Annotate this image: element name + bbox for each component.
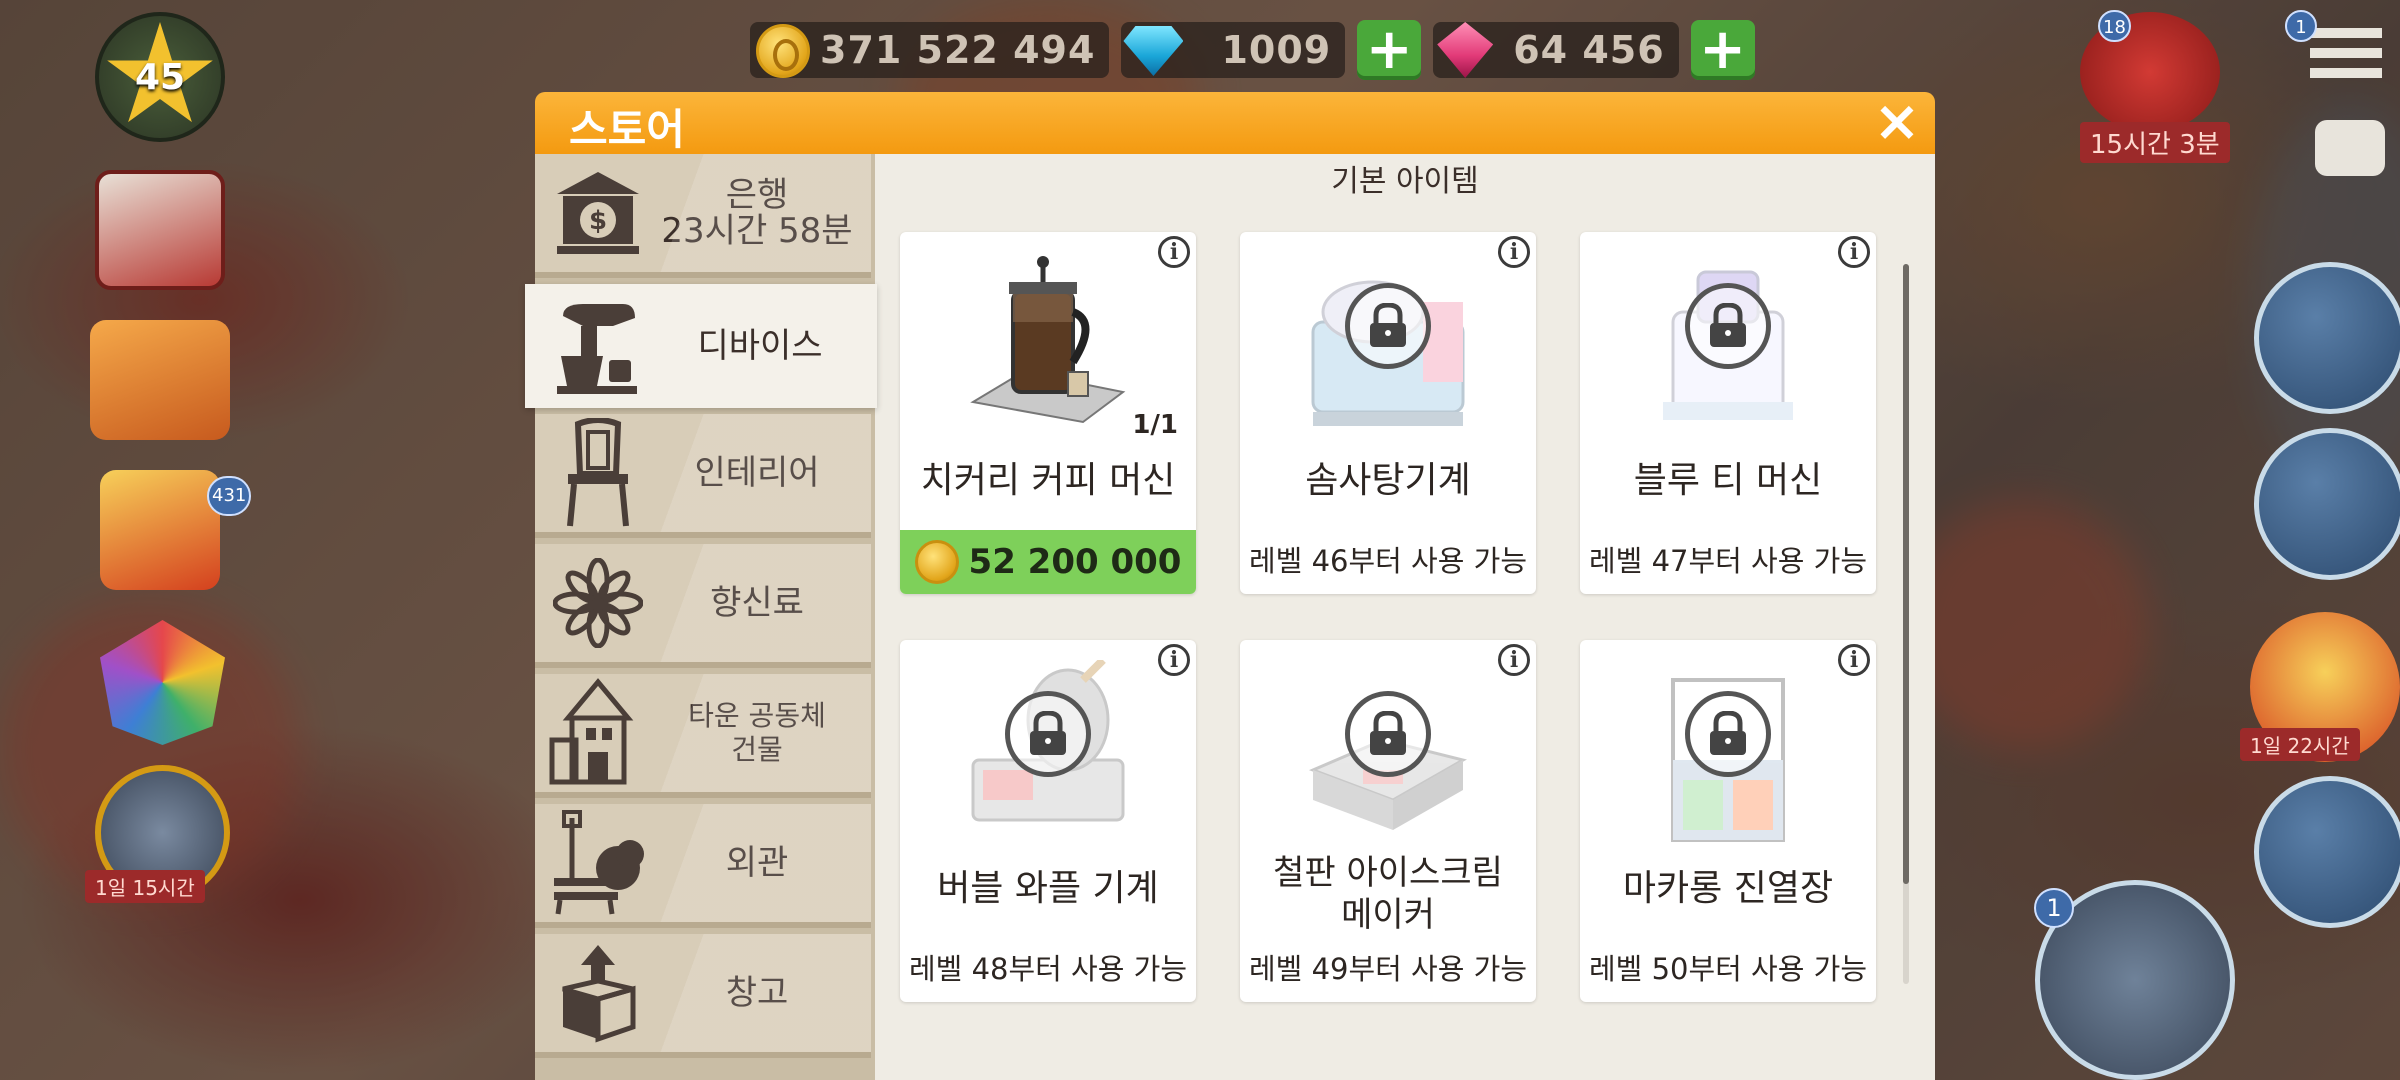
info-icon[interactable]: i xyxy=(1158,644,1190,676)
menu-badge: 1 xyxy=(2285,10,2317,42)
register-badge: 1 xyxy=(2034,888,2074,928)
chair-icon xyxy=(543,418,653,528)
item-name: 솜사탕기계 xyxy=(1305,460,1471,501)
buy-button[interactable]: 52 200 000 xyxy=(900,530,1196,594)
box-icon xyxy=(543,938,653,1048)
level-requirement: 레벨 50부터 사용 가능 xyxy=(1589,952,1867,986)
level-requirement: 레벨 49부터 사용 가능 xyxy=(1249,952,1527,986)
item-name: 마카롱 진열장 xyxy=(1622,868,1834,909)
task-clipboard-icon[interactable] xyxy=(95,170,225,290)
item-count: 1/1 xyxy=(1132,410,1178,440)
level-badge[interactable]: 45 xyxy=(95,12,225,142)
item-card-chicory-coffee-machine[interactable]: i 1/1 치커리 커피 머신 52 200 000 xyxy=(900,232,1196,594)
category-storage[interactable]: 창고 xyxy=(535,934,871,1058)
gift-count-badge: 431 xyxy=(207,476,252,516)
store-header: 스토어 × xyxy=(535,92,1935,154)
lock-icon xyxy=(1685,283,1771,369)
coin-icon xyxy=(756,24,810,78)
item-name: 버블 와플 기계 xyxy=(937,868,1159,909)
coin-icon xyxy=(914,540,959,584)
info-icon[interactable]: i xyxy=(1158,236,1190,268)
coin-counter: 371 522 494 xyxy=(750,22,1110,78)
section-title: 기본 아이템 xyxy=(1331,164,1479,199)
blue-gem-counter: 1009 xyxy=(1121,22,1346,78)
bank-icon: $ xyxy=(543,158,653,268)
item-name: 철판 아이스크림 메이커 xyxy=(1273,853,1503,935)
info-icon[interactable]: i xyxy=(1838,236,1870,268)
gift-reward-icon[interactable] xyxy=(2254,262,2400,414)
gift-box-icon[interactable] xyxy=(100,470,220,590)
item-name: 치커리 커피 머신 xyxy=(920,460,1176,501)
category-exterior[interactable]: 외관 xyxy=(535,804,871,928)
category-bank[interactable]: $ 은행 23시간 58분 xyxy=(535,154,871,278)
category-spices[interactable]: 향신료 xyxy=(535,544,871,668)
category-label: 타운 공동체 건물 xyxy=(688,699,826,766)
scrollbar-thumb[interactable] xyxy=(1903,264,1909,884)
category-town-building[interactable]: 타운 공동체 건물 xyxy=(535,674,871,798)
pink-gem-counter: 64 456 xyxy=(1433,22,1679,78)
item-card-macaron-display[interactable]: i 마카롱 진열장 레벨 50부터 사용 가능 xyxy=(1580,640,1876,1002)
info-icon[interactable]: i xyxy=(1498,236,1530,268)
spice-box-icon[interactable] xyxy=(90,320,230,440)
level-requirement: 레벨 47부터 사용 가능 xyxy=(1589,544,1867,578)
item-card-cotton-candy-machine[interactable]: i 솜사탕기계 레벨 46부터 사용 가능 xyxy=(1240,232,1536,594)
category-interior[interactable]: 인테리어 xyxy=(535,414,871,538)
item-name: 블루 티 머신 xyxy=(1633,460,1823,501)
bench-icon xyxy=(543,808,653,918)
daily-gift-badge: 18 xyxy=(2098,10,2131,42)
level-number: 45 xyxy=(134,56,186,98)
category-label: 외관 xyxy=(725,843,789,883)
category-label: 은행 23시간 58분 xyxy=(661,175,853,251)
balloon-event-timer: 1일 22시간 xyxy=(2240,728,2360,761)
pink-gem-amount: 64 456 xyxy=(1513,28,1665,72)
info-icon[interactable]: i xyxy=(1838,644,1870,676)
item-card-blue-tea-machine[interactable]: i 블루 티 머신 레벨 47부터 사용 가능 xyxy=(1580,232,1876,594)
close-icon[interactable]: × xyxy=(1871,94,1923,150)
lock-icon xyxy=(1345,691,1431,777)
menu-icon[interactable] xyxy=(2310,28,2382,78)
pink-gem-icon xyxy=(1437,22,1494,78)
info-icon[interactable]: i xyxy=(1498,644,1530,676)
item-card-bubble-waffle-machine[interactable]: i 버블 와플 기계 레벨 48부터 사용 가능 xyxy=(900,640,1196,1002)
chat-icon[interactable] xyxy=(2315,120,2385,176)
add-pink-gems-button[interactable]: + xyxy=(1690,20,1755,80)
daily-gift-timer: 15시간 3분 xyxy=(2080,122,2230,163)
event-timer-left: 1일 15시간 xyxy=(85,870,205,903)
lock-icon xyxy=(1005,691,1091,777)
coffee-machine-image xyxy=(963,252,1133,442)
category-devices[interactable]: 디바이스 xyxy=(525,284,877,408)
blue-gem-amount: 1009 xyxy=(1221,28,1332,72)
category-label: 디바이스 xyxy=(697,326,823,366)
level-requirement: 레벨 48부터 사용 가능 xyxy=(909,952,1187,986)
lock-icon xyxy=(1685,691,1771,777)
level-requirement: 레벨 46부터 사용 가능 xyxy=(1249,544,1527,578)
orders-icon[interactable] xyxy=(2254,428,2400,580)
coin-amount: 371 522 494 xyxy=(820,28,1096,72)
store-title: 스토어 xyxy=(569,105,685,154)
store-modal: 스토어 × $ 은행 23시간 58분 디바이스 인테리어 향신료 타운 공동체… xyxy=(525,92,1935,1080)
coffee-menu-board-icon[interactable] xyxy=(2254,776,2400,928)
item-price: 52 200 000 xyxy=(968,542,1182,582)
category-label: 인테리어 xyxy=(694,453,820,493)
category-label: 창고 xyxy=(725,973,789,1013)
category-label: 향신료 xyxy=(710,583,804,623)
item-card-rolled-ice-cream-maker[interactable]: i 철판 아이스크림 메이커 레벨 49부터 사용 가능 xyxy=(1240,640,1536,1002)
lock-icon xyxy=(1345,283,1431,369)
mixer-icon xyxy=(543,291,653,401)
town-building-icon xyxy=(543,678,653,788)
category-sidebar: $ 은행 23시간 58분 디바이스 인테리어 향신료 타운 공동체 건물 외관… xyxy=(525,154,877,1080)
add-blue-gems-button[interactable]: + xyxy=(1357,20,1422,80)
svg-text:$: $ xyxy=(589,206,607,236)
anise-icon xyxy=(543,548,653,658)
blue-gem-icon xyxy=(1123,26,1184,76)
currency-bar: 371 522 494 1009 + 64 456 + xyxy=(750,18,1755,82)
